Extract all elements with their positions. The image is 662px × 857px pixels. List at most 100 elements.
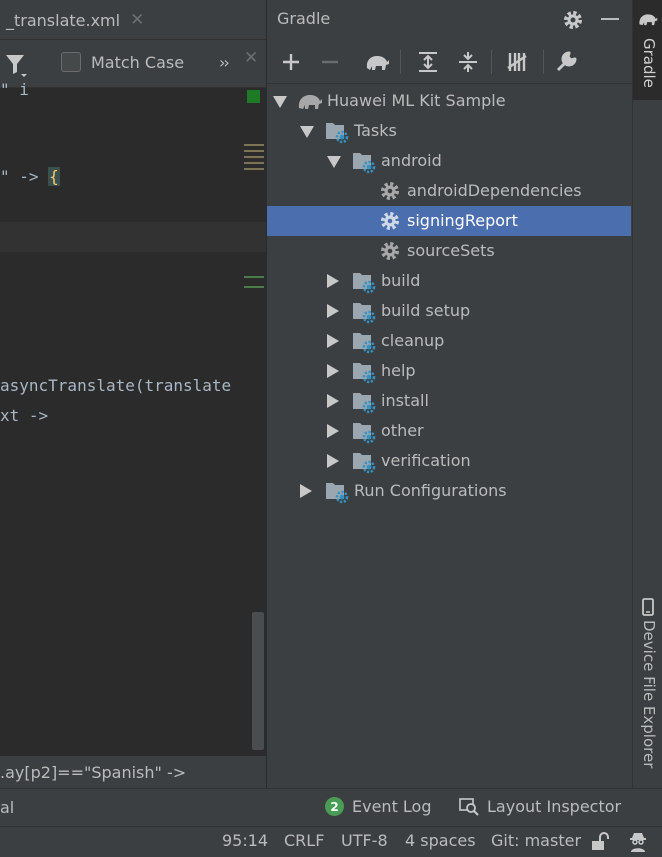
checkbox[interactable] [61, 52, 81, 72]
toggle-offline-icon[interactable] [503, 48, 531, 76]
tree-item-root[interactable]: Huawei ML Kit Sample [267, 86, 633, 116]
elephant-icon [298, 95, 322, 109]
remove-icon[interactable] [316, 48, 344, 76]
event-log-button[interactable]: 2 Event Log [325, 797, 432, 816]
match-case-label: Match Case [91, 52, 185, 72]
expand-arrow-icon[interactable] [327, 274, 339, 288]
task-folder-icon [353, 273, 376, 294]
expand-arrow-icon[interactable] [327, 334, 339, 348]
editor-tab-bar: _translate.xml ✕ [0, 0, 266, 40]
line-separator[interactable]: CRLF [284, 831, 324, 850]
tree-item-label: build [381, 271, 421, 290]
tree-item-label: install [381, 391, 429, 410]
gradle-toolbar [267, 40, 633, 84]
status-bar: 95:14 CRLF UTF-8 4 spaces Git: master [0, 826, 662, 857]
task-folder-icon [353, 423, 376, 444]
task-folder-icon [326, 483, 349, 504]
editor-scrollbar-thumb[interactable] [252, 612, 264, 750]
layout-inspector-icon [459, 797, 479, 816]
elephant-icon[interactable] [363, 48, 391, 76]
brace-match: { [48, 167, 60, 186]
tree-item-label: other [381, 421, 424, 440]
tree-item-group-install[interactable]: install [267, 386, 633, 416]
close-search-icon[interactable]: ✕ [244, 48, 258, 68]
expand-all-icon[interactable] [414, 48, 442, 76]
editor-tab-label: _translate.xml [6, 10, 121, 30]
expand-arrow-icon[interactable] [273, 96, 287, 108]
tree-item-label: cleanup [381, 331, 445, 350]
tree-item-label: Huawei ML Kit Sample [327, 91, 506, 110]
tree-item-task[interactable]: sourceSets [267, 236, 633, 266]
expand-arrow-icon[interactable] [300, 484, 312, 498]
gradle-header: Gradle [267, 0, 633, 40]
toolbar-separator [491, 50, 492, 74]
add-icon[interactable] [277, 48, 305, 76]
tree-item-android[interactable]: android [267, 146, 633, 176]
device-file-explorer-label: Device File Explorer [640, 620, 658, 769]
expand-arrow-icon[interactable] [327, 156, 341, 168]
tree-item-tasks[interactable]: Tasks [267, 116, 633, 146]
code-line: xt -> [0, 406, 49, 425]
gear-icon [381, 182, 399, 200]
gradle-stripe-button[interactable]: Gradle [633, 0, 662, 100]
close-icon[interactable]: ✕ [130, 10, 144, 30]
layout-inspector-label: Layout Inspector [487, 797, 622, 816]
task-folder-icon [326, 123, 349, 144]
expand-arrow-icon[interactable] [300, 126, 314, 138]
tree-item-label: androidDependencies [407, 181, 582, 200]
collapse-all-icon[interactable] [454, 48, 482, 76]
tree-item-group-build-setup[interactable]: build setup [267, 296, 633, 326]
match-case-checkbox[interactable]: Match Case [61, 52, 184, 72]
breadcrumb[interactable]: .ay[p2]=="Spanish" -> [0, 756, 266, 788]
tree-item-label: signingReport [407, 211, 518, 230]
tree-item-label: verification [381, 451, 471, 470]
tree-item-group-verification[interactable]: verification [267, 446, 633, 476]
scrollbar-markers[interactable] [244, 144, 264, 170]
expand-arrow-icon[interactable] [327, 364, 339, 378]
unlock-icon[interactable] [590, 832, 610, 852]
file-encoding[interactable]: UTF-8 [341, 831, 388, 850]
tree-item-run-configurations[interactable]: Run Configurations [267, 476, 633, 506]
gradle-tool-window: Gradle Huawei ML Kit Sample Tasks androi… [266, 0, 633, 788]
tree-item-group-other[interactable]: other [267, 416, 633, 446]
tree-item-group-build[interactable]: build [267, 266, 633, 296]
tool-window-label[interactable]: al [0, 798, 14, 817]
task-folder-icon [353, 363, 376, 384]
breadcrumb-item[interactable]: .ay[p2]=="Spanish" -> [0, 763, 186, 782]
code-fragment: " -> [0, 167, 49, 186]
tree-item-label: help [381, 361, 416, 380]
vcs-branch[interactable]: Git: master [491, 831, 581, 850]
tree-item-label: Run Configurations [354, 481, 507, 500]
expand-arrow-icon[interactable] [327, 304, 339, 318]
code-editor[interactable]: _translate.xml ✕ Match Case ›› ✕ " i " -… [0, 0, 266, 788]
tree-item-task-selected[interactable]: signingReport [267, 206, 631, 236]
code-line: asyncTranslate(translate [0, 376, 232, 395]
indent-setting[interactable]: 4 spaces [405, 831, 476, 850]
layout-inspector-button[interactable]: Layout Inspector [459, 797, 621, 816]
filter-icon[interactable] [4, 52, 28, 78]
scrollbar-markers[interactable] [244, 276, 264, 296]
inspector-person-icon[interactable] [627, 830, 649, 854]
device-file-explorer-stripe-button[interactable]: Device File Explorer [633, 592, 662, 768]
tree-item-label: sourceSets [407, 241, 495, 260]
caret-position[interactable]: 95:14 [222, 831, 268, 850]
task-folder-icon [353, 453, 376, 474]
code-line: " -> { [0, 167, 60, 186]
task-folder-icon [353, 393, 376, 414]
minimize-icon[interactable] [601, 18, 619, 20]
no-problems-marker[interactable] [247, 90, 260, 103]
task-folder-icon [353, 333, 376, 354]
tree-item-task[interactable]: androidDependencies [267, 176, 633, 206]
wrench-icon[interactable] [552, 48, 580, 76]
expand-arrow-icon[interactable] [327, 424, 339, 438]
more-options-icon[interactable]: ›› [219, 53, 230, 72]
gear-icon[interactable] [561, 8, 585, 32]
expand-arrow-icon[interactable] [327, 394, 339, 408]
tree-item-group-cleanup[interactable]: cleanup [267, 326, 633, 356]
tree-item-group-help[interactable]: help [267, 356, 633, 386]
find-bar: Match Case ›› ✕ [0, 40, 266, 88]
editor-tab[interactable]: _translate.xml ✕ [0, 0, 150, 40]
gradle-stripe-label: Gradle [640, 38, 658, 88]
toolbar-separator [400, 50, 401, 74]
expand-arrow-icon[interactable] [327, 454, 339, 468]
